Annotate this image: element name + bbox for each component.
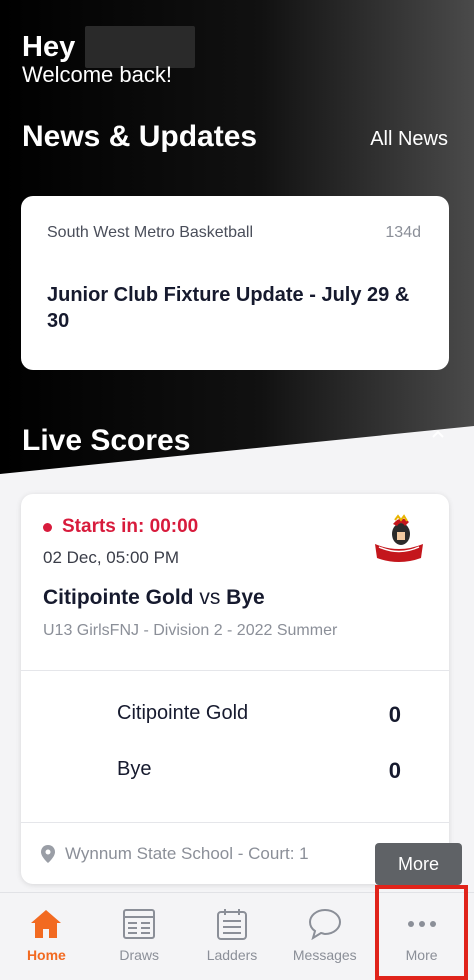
match-status: Starts in: 00:00 <box>62 516 199 537</box>
location-pin-icon <box>41 845 55 863</box>
messages-icon <box>308 907 342 941</box>
tab-ladders[interactable]: Ladders <box>186 893 279 980</box>
news-source: South West Metro Basketball <box>47 224 254 241</box>
venue-text: Wynnum State School - Court: 1 <box>65 844 309 863</box>
team-name: Citipointe Gold <box>117 702 249 724</box>
live-dot-icon <box>43 522 52 532</box>
tab-draws[interactable]: Draws <box>93 893 186 980</box>
team-row: Citipointe Gold 0 <box>117 702 427 728</box>
more-dots-icon <box>405 907 439 941</box>
tab-label: More <box>405 947 438 963</box>
tab-label: Messages <box>292 947 357 963</box>
match-division: U13 GirlsFNJ - Division 2 - 2022 Summer <box>43 622 338 639</box>
more-tooltip: More <box>375 843 462 885</box>
ladders-icon <box>215 907 249 941</box>
news-card[interactable]: South West Metro Basketball 134d Junior … <box>21 196 449 370</box>
vs-text: vs <box>199 586 221 609</box>
tab-label: Draws <box>119 947 160 963</box>
spartans-logo-icon <box>375 514 423 562</box>
team-row: Bye 0 <box>117 758 427 784</box>
bottom-tab-bar: Home Draws Ladders Messages More <box>0 885 474 980</box>
news-section-title: News & Updates <box>22 120 258 153</box>
team-name: Bye <box>117 758 152 780</box>
draws-icon <box>122 907 156 941</box>
team-score: 0 <box>388 758 401 783</box>
away-team: Bye <box>226 586 265 609</box>
all-news-link[interactable]: All News <box>370 128 448 151</box>
tab-messages[interactable]: Messages <box>278 893 371 980</box>
team-score: 0 <box>388 702 401 727</box>
greeting-hey: Hey <box>22 30 76 63</box>
greeting: Hey Welcome back! <box>22 26 196 88</box>
match-venue: Wynnum State School - Court: 1 <box>41 844 309 864</box>
live-scores-title: Live Scores <box>22 424 191 457</box>
tab-home[interactable]: Home <box>0 893 93 980</box>
tab-more[interactable]: More <box>375 885 468 980</box>
match-title: Citipointe Gold vs Bye <box>43 586 265 610</box>
news-age: 134d <box>385 224 421 241</box>
news-headline: Junior Club Fixture Update - July 29 & 3… <box>47 284 410 332</box>
home-icon <box>29 907 63 941</box>
tab-label: Home <box>26 947 66 963</box>
chevron-up-icon[interactable] <box>432 430 444 438</box>
match-card[interactable]: Starts in: 00:00 02 Dec, 05:00 PM Citipo… <box>21 494 449 884</box>
card-divider <box>21 670 449 671</box>
card-divider <box>21 822 449 823</box>
tab-label: Ladders <box>206 947 258 963</box>
welcome-text: Welcome back! <box>22 62 172 87</box>
home-team: Citipointe Gold <box>43 586 194 609</box>
match-date: 02 Dec, 05:00 PM <box>43 548 180 567</box>
